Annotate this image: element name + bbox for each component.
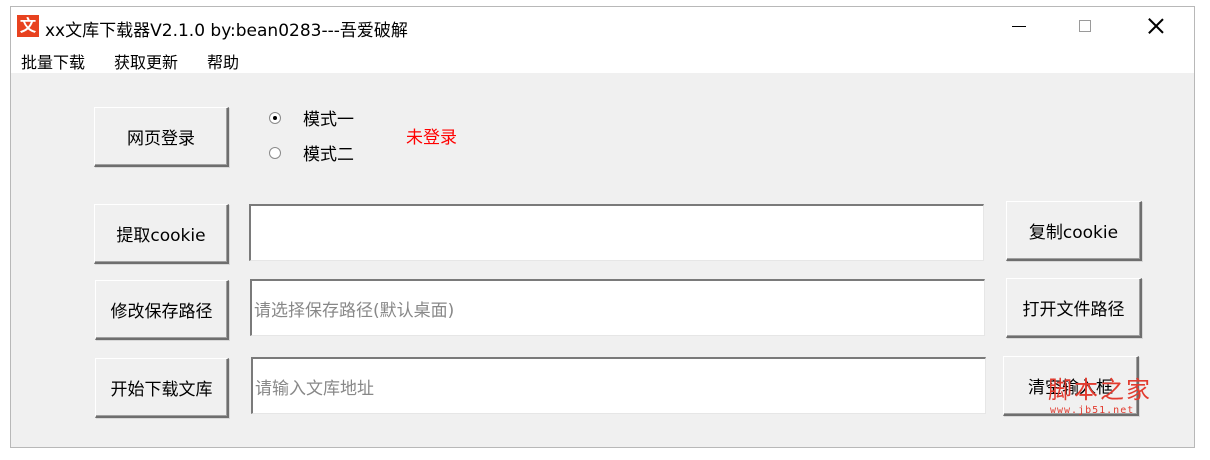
url-field[interactable]: 请输入文库地址 — [251, 357, 986, 414]
close-button[interactable] — [1133, 7, 1179, 45]
open-file-path-button[interactable]: 打开文件路径 — [1006, 278, 1142, 338]
close-icon — [1148, 18, 1164, 34]
maximize-button[interactable] — [1062, 7, 1108, 45]
change-save-path-button[interactable]: 修改保存路径 — [95, 280, 229, 340]
mode2-radio[interactable] — [269, 146, 281, 159]
app-window: 文 xx文库下载器V2.1.0 by:bean0283---吾爱破解 批量下载 … — [10, 6, 1195, 448]
menu-help[interactable]: 帮助 — [207, 49, 239, 73]
cookie-field[interactable] — [249, 204, 984, 261]
watermark-url: www.jb51.net — [1050, 405, 1135, 416]
mode2-option[interactable]: 模式二 — [269, 140, 354, 165]
maximize-icon — [1079, 20, 1091, 32]
mode1-radio[interactable] — [269, 111, 281, 124]
app-icon: 文 — [17, 15, 39, 37]
watermark-logo: 脚本之家 — [1048, 376, 1152, 404]
mode1-label: 模式一 — [303, 110, 354, 130]
web-login-button[interactable]: 网页登录 — [94, 107, 229, 167]
minimize-button[interactable] — [996, 7, 1042, 45]
save-path-field[interactable]: 请选择保存路径(默认桌面) — [250, 279, 985, 336]
title-bar[interactable]: 文 xx文库下载器V2.1.0 by:bean0283---吾爱破解 — [11, 7, 1194, 45]
menu-batch-download[interactable]: 批量下载 — [21, 49, 85, 73]
mode2-label: 模式二 — [303, 145, 354, 165]
extract-cookie-button[interactable]: 提取cookie — [94, 204, 229, 264]
window-title: xx文库下载器V2.1.0 by:bean0283---吾爱破解 — [45, 21, 408, 41]
mode1-option[interactable]: 模式一 — [269, 105, 354, 130]
menu-get-update[interactable]: 获取更新 — [114, 49, 178, 73]
start-download-button[interactable]: 开始下载文库 — [95, 358, 229, 418]
minimize-icon — [1012, 25, 1026, 27]
menu-bar: 批量下载 获取更新 帮助 — [11, 45, 1194, 73]
login-status: 未登录 — [406, 128, 457, 148]
copy-cookie-button[interactable]: 复制cookie — [1006, 201, 1142, 261]
